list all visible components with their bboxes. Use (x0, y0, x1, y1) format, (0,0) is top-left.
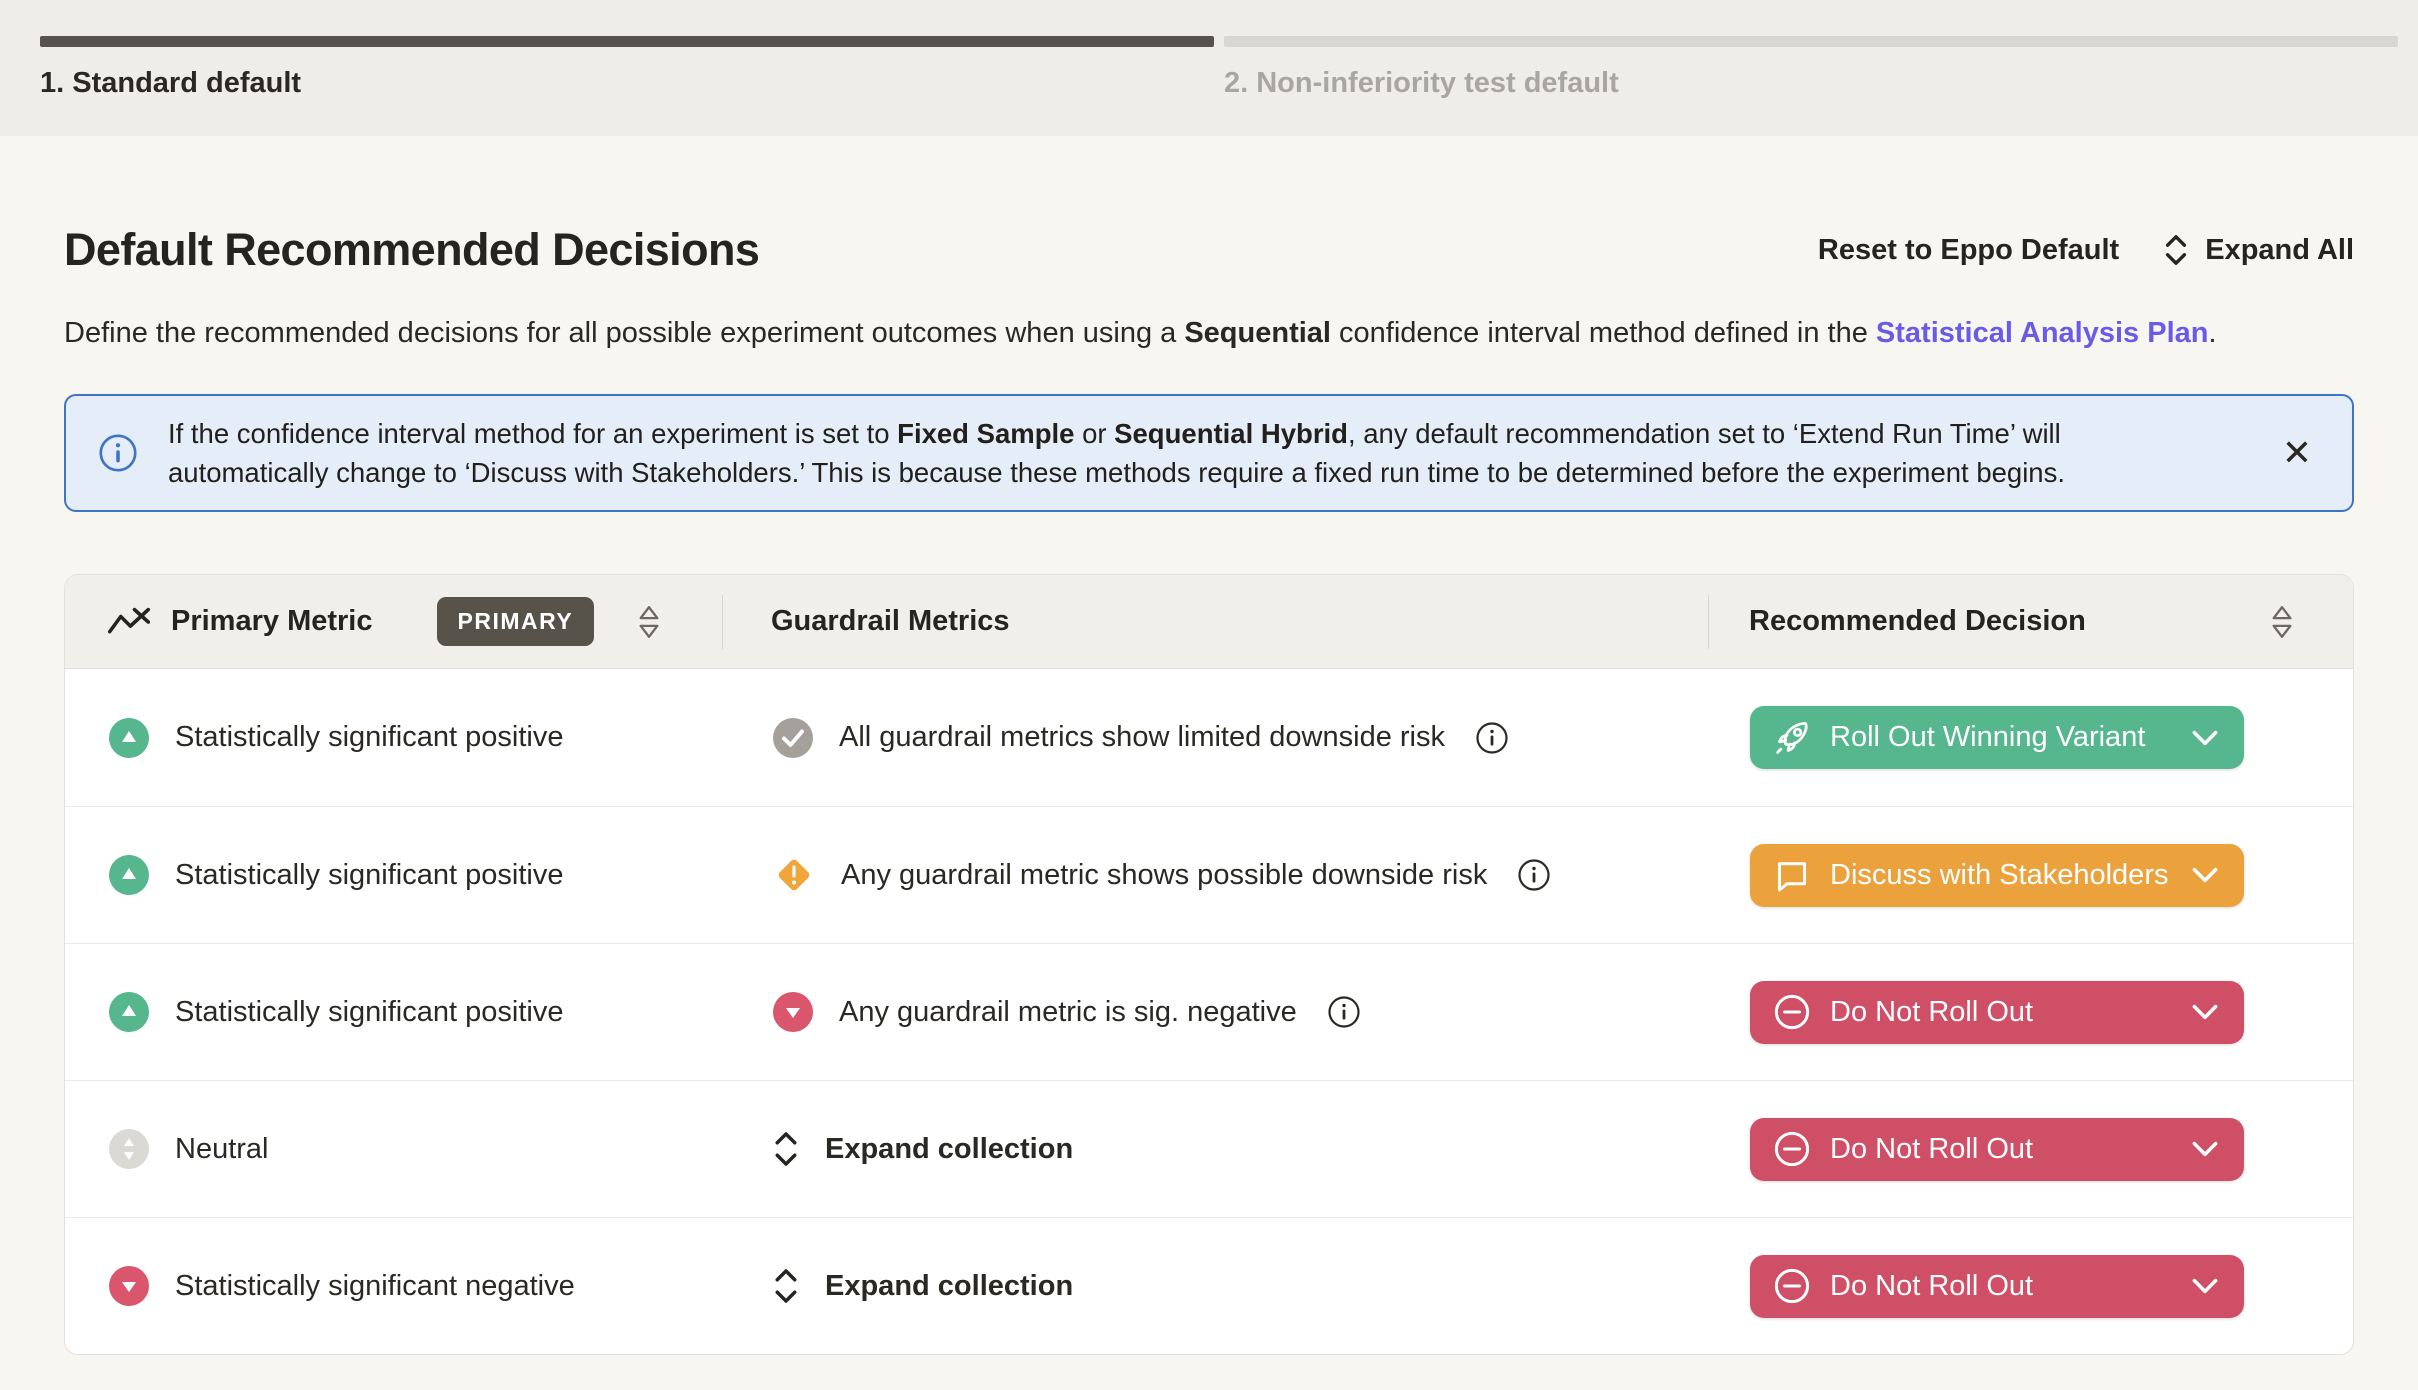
table-row: Neutral Expand collection Do Not Roll Ou… (65, 1080, 2353, 1217)
significant-positive-icon (107, 716, 151, 760)
sort-icon[interactable] (2269, 604, 2295, 640)
primary-metric-cell: Statistically significant positive (65, 716, 722, 760)
minus-circle-icon (1772, 1129, 1812, 1169)
page-title: Default Recommended Decisions (64, 224, 760, 275)
page-description: Define the recommended decisions for all… (64, 317, 2217, 349)
significant-positive-icon (107, 853, 151, 897)
statistical-analysis-plan-link[interactable]: Statistical Analysis Plan (1876, 317, 2209, 349)
table-row: Statistically significant negative Expan… (65, 1217, 2353, 1354)
significant-negative-icon (107, 1264, 151, 1308)
speech-bubble-icon (1772, 855, 1812, 895)
primary-metric-header-label: Primary Metric (171, 605, 373, 638)
significant-positive-icon (107, 990, 151, 1034)
step-progress-bar-active (40, 36, 1214, 47)
decisions-table: Primary Metric PRIMARY Guardrail Metrics… (64, 574, 2354, 1356)
table-row: Statistically significant positive Any g… (65, 943, 2353, 1080)
step-progress-bar-inactive (1224, 36, 2398, 47)
primary-metric-cell: Statistically significant negative (65, 1264, 722, 1308)
decision-dropdown-do-not-roll-out[interactable]: Do Not Roll Out (1750, 980, 2244, 1044)
info-icon[interactable] (1517, 858, 1551, 892)
page-header: Default Recommended Decisions Reset to E… (64, 224, 2354, 276)
decision-label: Discuss with Stakeholders (1830, 858, 2169, 891)
guardrail-label: All guardrail metrics show limited downs… (839, 721, 1445, 754)
step-standard-default[interactable]: 1. Standard default (40, 36, 1214, 136)
table-row: Statistically significant positive Any g… (65, 806, 2353, 943)
guardrail-label: Any guardrail metric is sig. negative (839, 995, 1297, 1028)
close-icon[interactable]: ✕ (2282, 435, 2312, 471)
decision-dropdown-do-not-roll-out[interactable]: Do Not Roll Out (1750, 1117, 2244, 1181)
table-row: Statistically significant positive All g… (65, 669, 2353, 806)
reset-to-eppo-default-button[interactable]: Reset to Eppo Default (1818, 234, 2119, 267)
info-icon (98, 433, 138, 473)
info-icon[interactable] (1327, 995, 1361, 1029)
primary-badge: PRIMARY (436, 597, 595, 647)
decision-cell: Do Not Roll Out (1710, 1254, 2353, 1318)
expand-collection-label: Expand collection (825, 1269, 1074, 1302)
neutral-icon (107, 1127, 151, 1171)
decision-dropdown-discuss[interactable]: Discuss with Stakeholders (1750, 843, 2244, 907)
guardrail-cell: All guardrail metrics show limited downs… (723, 716, 1709, 760)
decision-label: Roll Out Winning Variant (1830, 721, 2146, 754)
primary-metric-cell: Statistically significant positive (65, 990, 722, 1034)
info-icon[interactable] (1475, 721, 1509, 755)
chevron-down-icon (2192, 1004, 2218, 1020)
expand-collection-label: Expand collection (825, 1132, 1074, 1165)
primary-metric-label: Statistically significant negative (175, 1269, 575, 1302)
step-label: 2. Non-inferiority test default (1224, 67, 1619, 99)
primary-metric-header: Primary Metric PRIMARY (65, 597, 722, 647)
decision-cell: Discuss with Stakeholders (1710, 843, 2353, 907)
decision-label: Do Not Roll Out (1830, 995, 2034, 1028)
guardrail-cell: Any guardrail metric is sig. negative (723, 990, 1709, 1034)
expand-all-label: Expand All (2205, 233, 2354, 266)
check-circle-icon (771, 716, 815, 760)
decision-dropdown-do-not-roll-out[interactable]: Do Not Roll Out (1750, 1254, 2244, 1318)
reset-label: Reset to Eppo Default (1817, 233, 2120, 266)
guardrail-metrics-header: Guardrail Metrics (723, 605, 1708, 638)
minus-circle-icon (1772, 992, 1812, 1032)
chevron-down-icon (2192, 1141, 2218, 1157)
chevron-down-icon (2192, 1278, 2218, 1294)
chevron-down-icon (2192, 867, 2218, 883)
decision-label: Do Not Roll Out (1830, 1132, 2034, 1165)
rocket-icon (1772, 718, 1812, 758)
wizard-stepper: 1. Standard default 2. Non-inferiority t… (0, 0, 2418, 136)
minus-circle-icon (1772, 1266, 1812, 1306)
expand-collapse-chevrons-icon (2161, 232, 2191, 268)
primary-metric-label: Statistically significant positive (175, 721, 564, 754)
guardrail-cell: Any guardrail metric shows possible down… (723, 852, 1709, 898)
table-header-row: Primary Metric PRIMARY Guardrail Metrics… (65, 575, 2353, 670)
expand-collapse-chevrons-icon (771, 1127, 801, 1171)
recommended-decision-header-label: Recommended Decision (1749, 605, 2086, 638)
banner-text: If the confidence interval method for an… (168, 418, 2065, 489)
primary-metric-label: Neutral (175, 1132, 269, 1165)
step-label: 1. Standard default (40, 67, 302, 99)
info-banner: If the confidence interval method for an… (64, 394, 2354, 513)
chevron-down-icon (2192, 730, 2218, 746)
primary-metric-cell: Neutral (65, 1127, 722, 1171)
primary-metric-label: Statistically significant positive (175, 995, 564, 1028)
significant-negative-icon (771, 990, 815, 1034)
decision-dropdown-roll-out[interactable]: Roll Out Winning Variant (1750, 706, 2244, 770)
primary-metric-cell: Statistically significant positive (65, 853, 722, 897)
decision-label: Do Not Roll Out (1830, 1269, 2034, 1302)
guardrail-label: Any guardrail metric shows possible down… (841, 858, 1488, 891)
expand-collapse-chevrons-icon (771, 1264, 801, 1308)
recommended-decision-header: Recommended Decision (1709, 604, 2353, 640)
guardrail-metrics-header-label: Guardrail Metrics (771, 605, 1010, 638)
expand-all-button[interactable]: Expand All (2161, 232, 2354, 268)
sort-icon[interactable] (636, 604, 662, 640)
decision-cell: Do Not Roll Out (1710, 980, 2353, 1044)
decision-cell: Roll Out Winning Variant (1710, 706, 2353, 770)
expand-collection-toggle[interactable]: Expand collection (723, 1264, 1709, 1308)
step-non-inferiority-default[interactable]: 2. Non-inferiority test default (1224, 36, 2398, 136)
expand-collection-toggle[interactable]: Expand collection (723, 1127, 1709, 1171)
primary-metric-label: Statistically significant positive (175, 858, 564, 891)
warning-diamond-icon (771, 852, 817, 898)
decision-cell: Do Not Roll Out (1710, 1117, 2353, 1181)
metric-chart-icon (107, 605, 151, 639)
